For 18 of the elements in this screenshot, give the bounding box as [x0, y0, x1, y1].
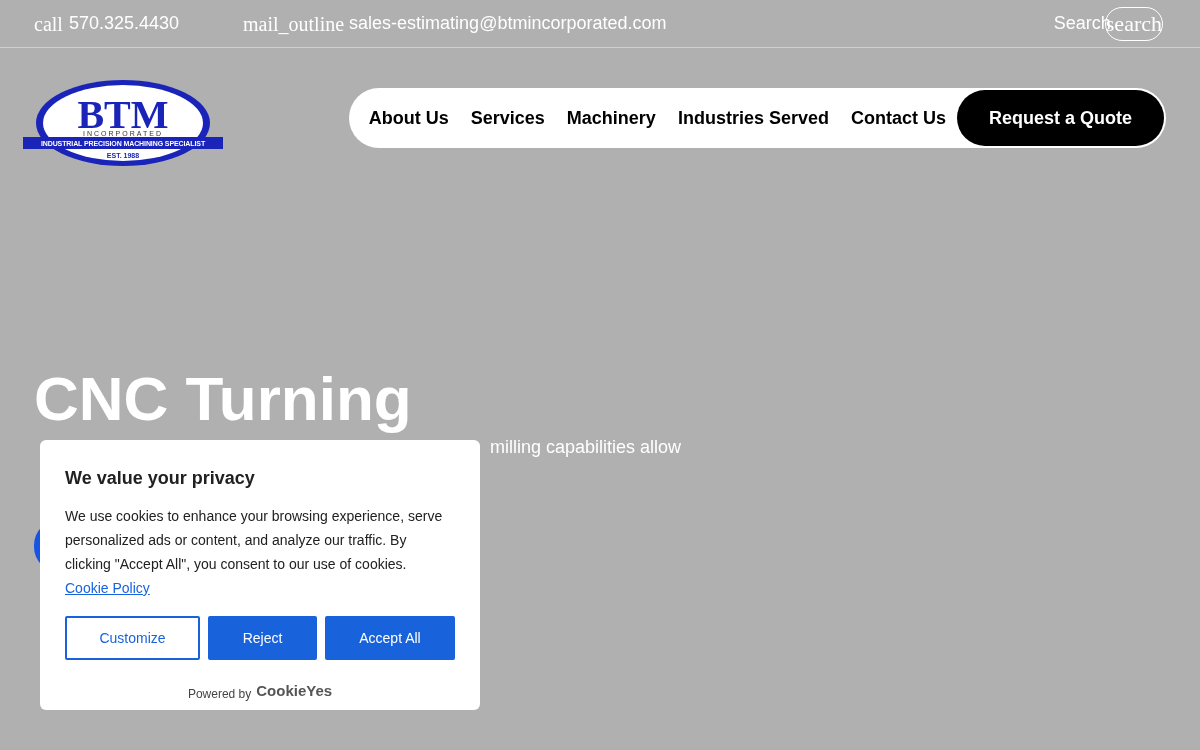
powered-by-text: Powered by: [187, 685, 252, 703]
cookieyes-logo[interactable]: CookieYes: [256, 680, 333, 703]
cookie-policy-link[interactable]: Cookie Policy: [65, 580, 150, 596]
cookie-title: We value your privacy: [65, 467, 256, 490]
nav-link[interactable]: Contact Us: [850, 104, 946, 132]
request-quote-button[interactable]: Request a Quote: [956, 90, 1164, 146]
cookie-button[interactable]: Accept All: [325, 616, 455, 660]
hero-title: CNC Turning: [34, 363, 412, 435]
nav-link[interactable]: Services: [470, 104, 545, 132]
nav-link[interactable]: Machinery: [566, 104, 656, 132]
phone-icon: call: [34, 8, 63, 39]
hero-subtitle: milling capabilities allow: [490, 436, 682, 459]
nav-link[interactable]: Industries Served: [677, 104, 829, 132]
nav-link[interactable]: About Us: [368, 104, 449, 132]
cookie-button[interactable]: Reject: [208, 616, 317, 660]
cookie-button[interactable]: Customize: [65, 616, 200, 660]
cookie-text: We use cookies to enhance your browsing experience, serve personalized ads or content, and analyze our traffic. By clicking "Accept All", you consent to our use of cookies. Cookie Policy: [65, 507, 444, 598]
mail-icon: mail_outline: [243, 8, 345, 39]
